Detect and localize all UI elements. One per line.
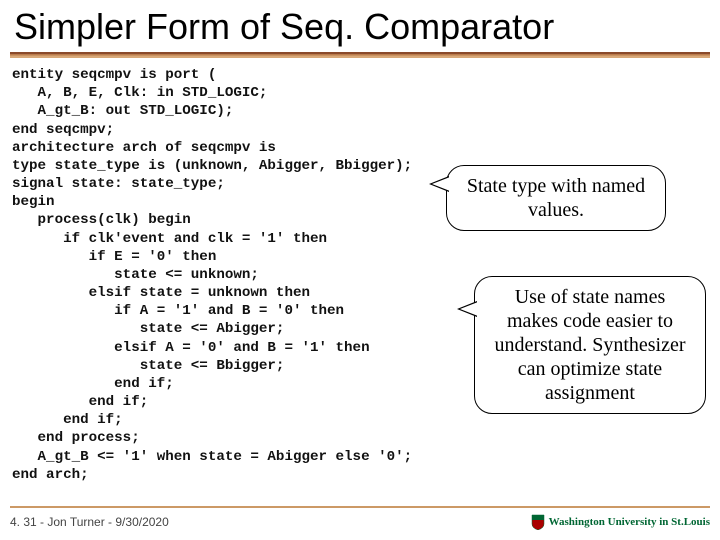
- university-name: Washington University in St.Louis: [549, 516, 710, 528]
- code-block: entity seqcmpv is port ( A, B, E, Clk: i…: [0, 64, 720, 484]
- callout-text: State type with named values.: [467, 175, 645, 221]
- callout-tail: [432, 177, 450, 191]
- callout-state-type: State type with named values.: [446, 165, 666, 231]
- footer: 4. 31 - Jon Turner - 9/30/2020 Washingto…: [10, 506, 710, 534]
- callout-tail: [460, 302, 478, 316]
- slide-title: Simpler Form of Seq. Comparator: [0, 0, 720, 50]
- university-shield-icon: [531, 514, 545, 530]
- footer-logo: Washington University in St.Louis: [531, 514, 710, 530]
- callout-state-names: Use of state names makes code easier to …: [474, 276, 706, 414]
- footer-left: 4. 31 - Jon Turner - 9/30/2020: [10, 515, 169, 529]
- callout-text: Use of state names makes code easier to …: [494, 286, 685, 404]
- title-divider: [10, 52, 710, 58]
